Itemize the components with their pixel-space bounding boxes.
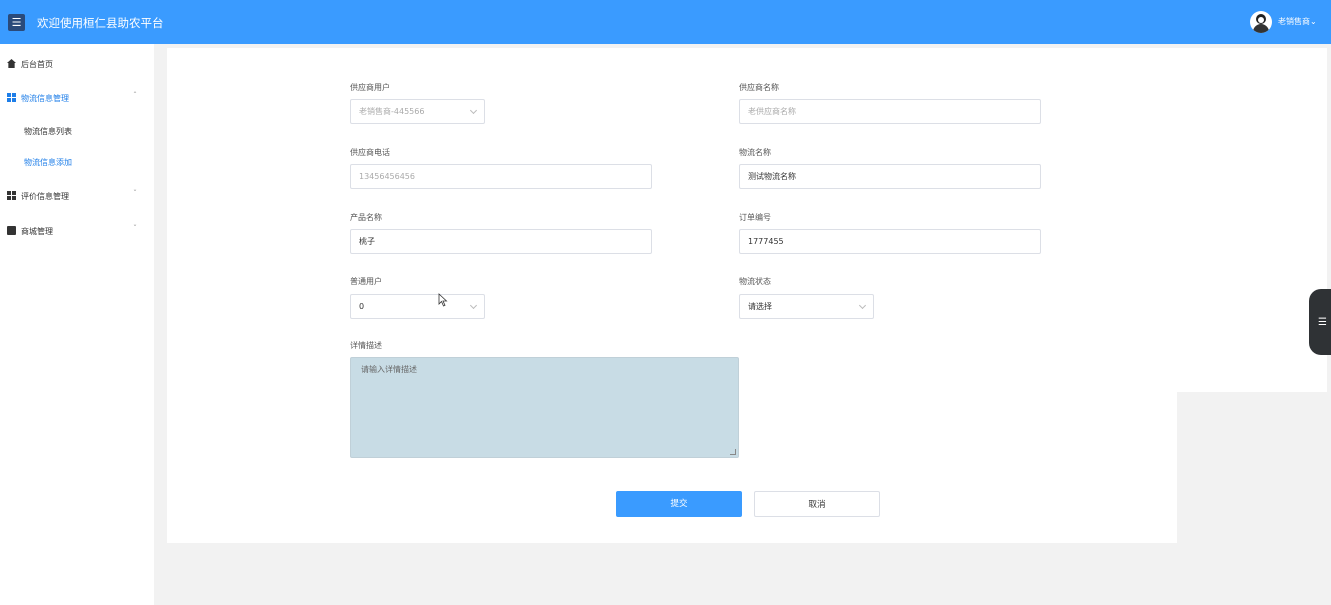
app-title: 欢迎使用桓仁县助农平台	[37, 16, 164, 30]
grid-icon	[7, 191, 16, 200]
avatar[interactable]	[1250, 11, 1272, 33]
sidebar-item-mall[interactable]: 商城管理 ˇ	[0, 221, 154, 241]
sidebar-item-home[interactable]: 后台首页	[0, 54, 154, 74]
cancel-button[interactable]: 取消	[754, 491, 880, 517]
box-icon	[7, 226, 16, 235]
normal-user-label: 普通用户	[350, 277, 382, 286]
home-icon	[7, 59, 16, 68]
logistics-status-label: 物流状态	[739, 277, 771, 286]
logistics-name-field[interactable]: 测试物流名称	[739, 164, 1041, 189]
supplier-user-value: 老销售商-445566	[359, 107, 425, 116]
supplier-user-label: 供应商用户	[350, 83, 390, 92]
chevron-down-icon: ˇ	[133, 224, 137, 233]
logistics-status-select[interactable]: 请选择	[739, 294, 874, 319]
chevron-down-icon	[858, 301, 867, 310]
sidebar-sub-logistics-list[interactable]: 物流信息列表	[24, 126, 72, 137]
supplier-phone-field[interactable]: 13456456456	[350, 164, 652, 189]
chevron-down-icon	[469, 106, 478, 115]
supplier-name-label: 供应商名称	[739, 83, 779, 92]
sidebar-item-label: 商城管理	[21, 227, 53, 236]
sidebar-item-reviews[interactable]: 评价信息管理 ˇ	[0, 186, 154, 206]
top-header: ☰ 欢迎使用桓仁县助农平台 老销售商⌄	[0, 0, 1331, 44]
sidebar-item-label: 后台首页	[21, 60, 53, 69]
mouse-cursor-icon	[438, 293, 448, 307]
chevron-down-icon: ˇ	[133, 189, 137, 198]
submit-button[interactable]: 提交	[616, 491, 742, 517]
normal-user-select[interactable]: 0	[350, 294, 485, 319]
product-name-field[interactable]: 桃子	[350, 229, 652, 254]
supplier-phone-label: 供应商电话	[350, 148, 390, 157]
supplier-name-value: 老供应商名称	[748, 107, 796, 116]
detail-label: 详情描述	[350, 341, 382, 350]
chevron-down-icon: ⌄	[1310, 17, 1317, 26]
list-icon: ☰	[1318, 317, 1327, 328]
username-label: 老销售商	[1278, 17, 1310, 26]
chevron-up-icon: ˆ	[133, 91, 137, 100]
product-name-value: 桃子	[359, 237, 375, 246]
background-block	[1177, 392, 1327, 543]
logistics-name-value: 测试物流名称	[748, 172, 796, 181]
menu-toggle-icon[interactable]: ☰	[8, 14, 25, 31]
username-dropdown[interactable]: 老销售商⌄	[1278, 16, 1317, 27]
product-name-label: 产品名称	[350, 213, 382, 222]
supplier-user-select[interactable]: 老销售商-445566	[350, 99, 485, 124]
resize-handle-icon[interactable]	[730, 449, 736, 455]
logistics-name-label: 物流名称	[739, 148, 771, 157]
sidebar-item-label: 物流信息管理	[21, 94, 69, 103]
sidebar-sub-logistics-add[interactable]: 物流信息添加	[24, 157, 72, 168]
order-no-value: 1777455	[748, 237, 784, 246]
normal-user-value: 0	[359, 302, 365, 311]
grid-icon	[7, 93, 16, 102]
sidebar-item-logistics[interactable]: 物流信息管理 ˆ	[0, 88, 154, 108]
supplier-name-field[interactable]: 老供应商名称	[739, 99, 1041, 124]
detail-placeholder: 请输入详情描述	[361, 365, 417, 374]
detail-textarea[interactable]: 请输入详情描述	[350, 357, 739, 458]
order-no-label: 订单编号	[739, 213, 771, 222]
sidebar: 后台首页 物流信息管理 ˆ 物流信息列表 物流信息添加 评价信息管理 ˇ 商城管…	[0, 44, 154, 605]
floating-panel-toggle[interactable]: ☰	[1309, 289, 1331, 355]
supplier-phone-value: 13456456456	[359, 172, 415, 181]
order-no-field[interactable]: 1777455	[739, 229, 1041, 254]
chevron-down-icon	[469, 301, 478, 310]
sidebar-item-label: 评价信息管理	[21, 192, 69, 201]
logistics-status-value: 请选择	[748, 302, 772, 311]
